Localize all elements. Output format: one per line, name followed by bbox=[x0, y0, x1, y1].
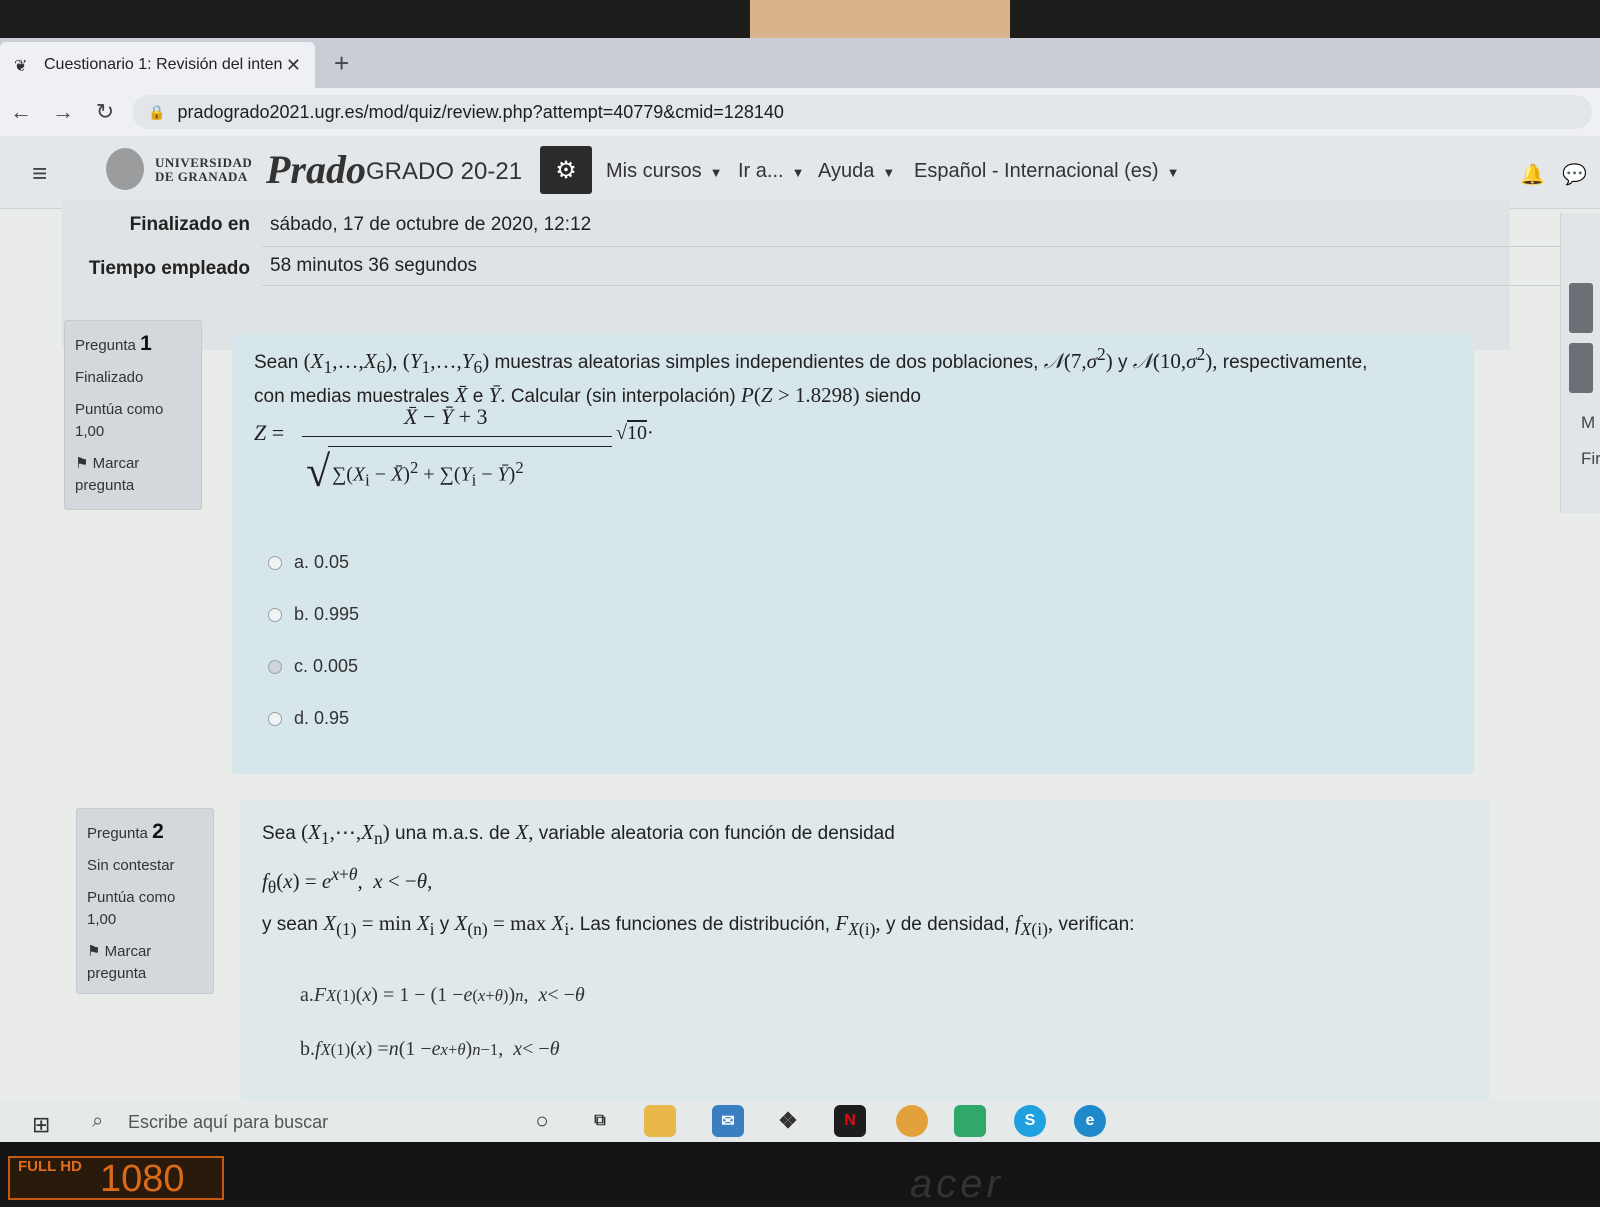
forward-icon[interactable]: → bbox=[42, 99, 84, 125]
question-status: Finalizado bbox=[75, 369, 144, 386]
prado-logo[interactable]: Prado bbox=[266, 146, 366, 193]
caret-down-icon: ▼ bbox=[791, 165, 805, 180]
question-status: Sin contestar bbox=[87, 857, 175, 874]
question-2-info: Pregunta 2 Sin contestar Puntúa como 1,0… bbox=[76, 808, 214, 994]
file-explorer-icon[interactable] bbox=[644, 1105, 676, 1137]
lock-icon: 🔒 bbox=[148, 103, 166, 120]
taskbar-search-input[interactable]: Escribe aquí para buscar bbox=[128, 1112, 328, 1133]
question-score: Puntúa como 1,00 bbox=[87, 889, 176, 928]
cortana-icon[interactable]: ○ bbox=[526, 1105, 558, 1137]
question-2-content: Sea (X1,⋯,Xn) una m.a.s. de X, variable … bbox=[240, 800, 1490, 1100]
radio-button[interactable] bbox=[268, 711, 282, 726]
question-score: Puntúa como 1,00 bbox=[75, 401, 164, 440]
radio-button-selected[interactable] bbox=[268, 659, 282, 674]
browser-toolbar: ← → ↻ 🔒 pradogrado2021.ugr.es/mod/quiz/r… bbox=[0, 88, 1600, 136]
flag-icon: ⚑ bbox=[75, 455, 93, 472]
option-b[interactable]: b. 0.995 bbox=[268, 604, 359, 625]
green-app-icon[interactable] bbox=[954, 1105, 986, 1137]
site-favicon-icon: ❦ bbox=[14, 58, 28, 75]
question-2-text: Sea (X1,⋯,Xn) una m.a.s. de X, variable … bbox=[262, 820, 1135, 940]
tab-strip: ❦ Cuestionario 1: Revisión del inten ✕ + bbox=[0, 38, 1600, 88]
radio-button[interactable] bbox=[268, 607, 282, 622]
tab-title: Cuestionario 1: Revisión del inten bbox=[44, 56, 283, 73]
url-text: pradogrado2021.ugr.es/mod/quiz/review.ph… bbox=[177, 101, 784, 122]
menu-ir-a[interactable]: Ir a... ▼ bbox=[738, 160, 804, 183]
address-bar[interactable]: 🔒 pradogrado2021.ugr.es/mod/quiz/review.… bbox=[132, 95, 1592, 129]
full-hd-sticker: FULL HD 1080 bbox=[8, 1156, 224, 1200]
notifications-bell-icon[interactable]: 🔔 bbox=[1520, 162, 1545, 187]
university-line2: DE GRANADA bbox=[155, 169, 248, 184]
university-name[interactable]: UNIVERSIDAD DE GRANADA bbox=[155, 156, 252, 184]
mail-icon[interactable]: ✉ bbox=[712, 1105, 744, 1137]
flag-icon: ⚑ bbox=[87, 943, 105, 960]
option-a[interactable]: a. F X(1)(x) = 1 − (1 − e (x+θ)) n, x < − θ bbox=[300, 984, 585, 1007]
reload-icon[interactable]: ↻ bbox=[84, 99, 126, 125]
question-1-content: Sean (X1,…,X6), (Y1,…,Y6) muestras aleat… bbox=[232, 334, 1474, 774]
course-label[interactable]: GRADO 20-21 bbox=[366, 158, 522, 186]
dropbox-icon[interactable]: ❖ bbox=[772, 1105, 804, 1137]
monitor-brand: acer bbox=[910, 1162, 1004, 1206]
browser-tab[interactable]: ❦ Cuestionario 1: Revisión del inten ✕ bbox=[0, 42, 315, 88]
edge-icon[interactable]: e bbox=[1074, 1105, 1106, 1137]
question-1-info: Pregunta 1 Finalizado Puntúa como 1,00 ⚑… bbox=[64, 320, 202, 510]
divider bbox=[262, 246, 1562, 247]
flag-question-link[interactable]: ⚑ Marcar pregunta bbox=[87, 941, 203, 985]
search-icon: ⌕ bbox=[92, 1110, 104, 1132]
university-crest-icon bbox=[106, 148, 144, 190]
hamburger-menu-icon[interactable]: ≡ bbox=[32, 158, 47, 189]
divider bbox=[262, 285, 1562, 286]
new-tab-button[interactable]: + bbox=[334, 48, 349, 79]
flag-question-link[interactable]: ⚑ Marcar pregunta bbox=[75, 453, 191, 497]
site-header: ≡ UNIVERSIDAD DE GRANADA Prado GRADO 20-… bbox=[0, 136, 1600, 209]
caret-down-icon: ▼ bbox=[709, 165, 723, 180]
messages-icon[interactable]: 💬 bbox=[1562, 162, 1587, 187]
windows-taskbar: ⊞ ⌕ Escribe aquí para buscar ○ ⧉ ✉ ❖ N S… bbox=[0, 1100, 1600, 1142]
skype-icon[interactable]: S bbox=[1014, 1105, 1046, 1137]
caret-down-icon: ▼ bbox=[882, 165, 896, 180]
screen: ❦ Cuestionario 1: Revisión del inten ✕ +… bbox=[0, 38, 1600, 1142]
tab-close-icon[interactable]: ✕ bbox=[286, 55, 301, 76]
option-c[interactable]: c. 0.005 bbox=[268, 656, 358, 677]
nav-button[interactable] bbox=[1569, 283, 1593, 333]
netflix-icon[interactable]: N bbox=[834, 1105, 866, 1137]
question-number: 1 bbox=[140, 332, 152, 355]
task-view-icon[interactable]: ⧉ bbox=[584, 1105, 616, 1137]
menu-mis-cursos[interactable]: Mis cursos ▼ bbox=[606, 160, 722, 183]
question-1-text: Sean (X1,…,X6), (Y1,…,Y6) muestras aleat… bbox=[254, 344, 1368, 408]
attempt-summary-table: Finalizado en sábado, 17 de octubre de 2… bbox=[62, 200, 1562, 350]
option-b[interactable]: b. f X(1)(x) = n (1 − e x+θ) n−1, x < − θ bbox=[300, 1038, 560, 1061]
radio-button[interactable] bbox=[268, 555, 282, 570]
settings-gear-icon[interactable]: ⚙ bbox=[540, 146, 592, 194]
back-icon[interactable]: ← bbox=[0, 99, 42, 125]
university-line1: UNIVERSIDAD bbox=[155, 155, 253, 170]
nav-button[interactable] bbox=[1569, 343, 1593, 393]
quiz-navigation-panel: M Fir bbox=[1560, 213, 1600, 513]
windows-start-icon[interactable]: ⊞ bbox=[32, 1112, 50, 1138]
chrome-icon[interactable] bbox=[896, 1105, 928, 1137]
option-a[interactable]: a. 0.05 bbox=[268, 552, 349, 573]
sticky-note bbox=[750, 0, 1010, 38]
menu-ayuda[interactable]: Ayuda ▼ bbox=[818, 160, 895, 183]
caret-down-icon: ▼ bbox=[1166, 165, 1180, 180]
z-formula: Z = X̄ − Ȳ + 3 √10· √ ∑(Xi − X̄)2 + ∑(Yi… bbox=[254, 404, 654, 496]
menu-language[interactable]: Español - Internacional (es) ▼ bbox=[914, 160, 1179, 183]
option-d[interactable]: d. 0.95 bbox=[268, 708, 349, 729]
question-number: 2 bbox=[152, 820, 164, 843]
monitor-bezel-bottom: FULL HD 1080 acer bbox=[0, 1142, 1600, 1206]
